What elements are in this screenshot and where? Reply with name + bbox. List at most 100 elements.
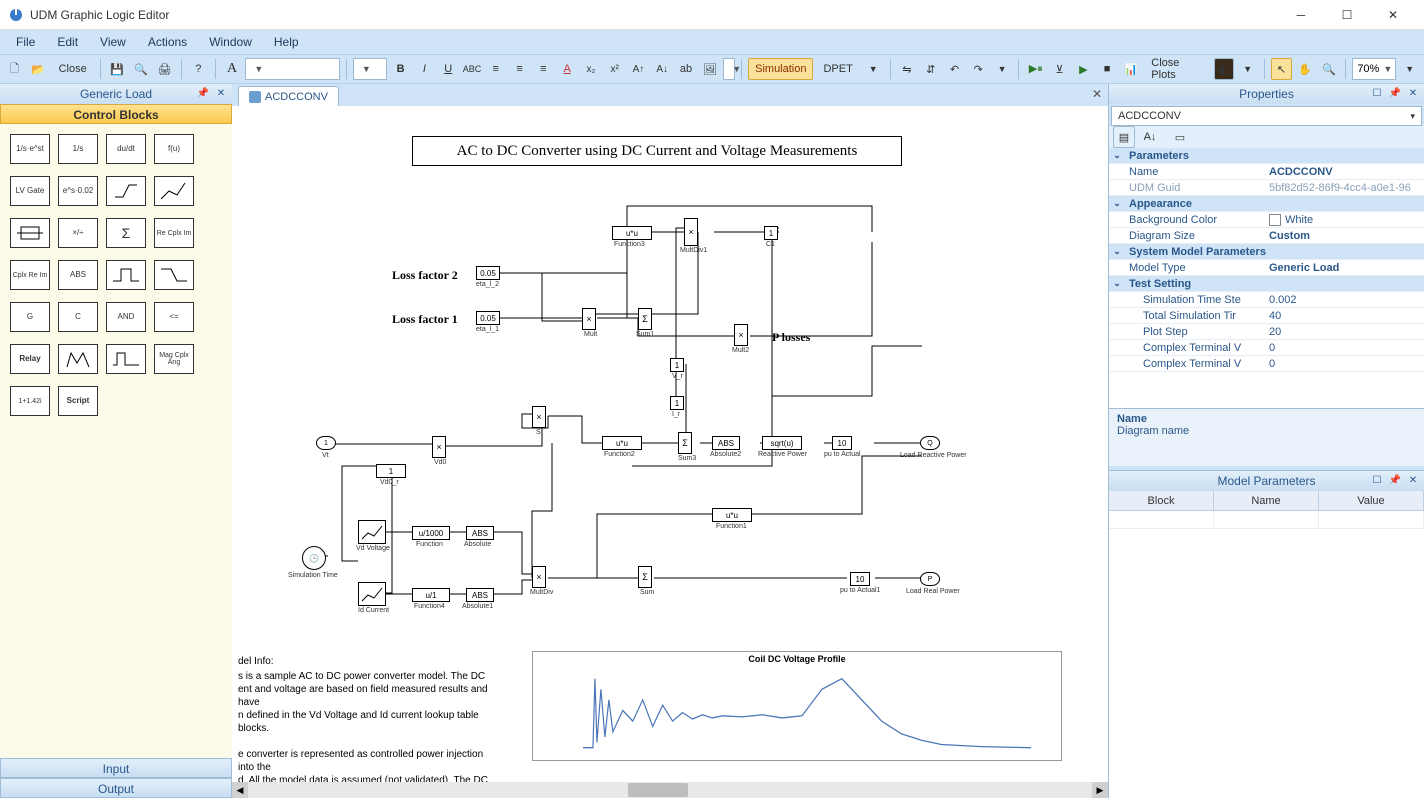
const-block[interactable]: 1 bbox=[764, 226, 778, 240]
help-icon[interactable]: ? bbox=[188, 58, 209, 80]
const-block[interactable]: 1 bbox=[670, 396, 684, 410]
const-block[interactable]: 1 bbox=[670, 358, 684, 372]
rotate-right-icon[interactable]: ↷ bbox=[968, 58, 989, 80]
palette-block[interactable]: AND bbox=[106, 302, 146, 332]
palette-block[interactable]: f(u) bbox=[154, 134, 194, 164]
palette-block[interactable]: <= bbox=[154, 302, 194, 332]
rotate-dropdown-icon[interactable]: ▼ bbox=[992, 58, 1013, 80]
palette-block[interactable]: 1+1.42i bbox=[10, 386, 50, 416]
increase-font-icon[interactable]: A↑ bbox=[628, 58, 649, 80]
palette-block[interactable]: Script bbox=[58, 386, 98, 416]
lookup-block[interactable] bbox=[358, 582, 386, 606]
minimize-button[interactable]: ─ bbox=[1278, 0, 1324, 30]
zoom-tool-icon[interactable]: 🔍 bbox=[1319, 58, 1340, 80]
menu-view[interactable]: View bbox=[90, 33, 136, 51]
vt-input-port[interactable]: 1 bbox=[316, 436, 336, 450]
diagram-canvas[interactable]: AC to DC Converter using DC Current and … bbox=[232, 106, 1108, 782]
sum-block[interactable]: Σ bbox=[638, 308, 652, 330]
close-document-icon[interactable]: ✕ bbox=[1092, 87, 1102, 101]
properties-grid[interactable]: ⌄Parameters NameACDCCONV UDM Guid5bf82d5… bbox=[1109, 148, 1424, 408]
palette-block[interactable]: Cplx Re Im bbox=[10, 260, 50, 290]
const-block[interactable]: 1 bbox=[376, 464, 406, 478]
palette-block[interactable]: Relay bbox=[10, 344, 50, 374]
close-plots-icon[interactable]: ◧ bbox=[1214, 58, 1235, 80]
flip-h-icon[interactable]: ⇋ bbox=[897, 58, 918, 80]
palette-block[interactable]: Σ bbox=[106, 218, 146, 248]
align-center-icon[interactable]: ≡ bbox=[509, 58, 530, 80]
menu-window[interactable]: Window bbox=[199, 33, 262, 51]
subscript-icon[interactable]: x₂ bbox=[581, 58, 602, 80]
output-tab[interactable]: Output bbox=[0, 778, 232, 798]
underline-icon[interactable]: U bbox=[438, 58, 459, 80]
model-params-grid[interactable] bbox=[1109, 511, 1424, 798]
gain-block[interactable]: 10 bbox=[850, 572, 870, 586]
document-tab[interactable]: ACDCCONV bbox=[238, 86, 339, 106]
scrollbar-thumb[interactable] bbox=[628, 783, 688, 797]
font-size-combo[interactable]: ▼ bbox=[353, 58, 387, 80]
abs-block[interactable]: ABS bbox=[712, 436, 740, 450]
save-icon[interactable]: 💾 bbox=[107, 58, 128, 80]
close-window-button[interactable]: ✕ bbox=[1370, 0, 1416, 30]
function-block[interactable]: u*u bbox=[712, 508, 752, 522]
preview-icon[interactable]: 🔍 bbox=[130, 58, 151, 80]
pointer-icon[interactable]: ↖ bbox=[1271, 58, 1292, 80]
font-color-icon[interactable]: A bbox=[557, 58, 578, 80]
palette-block[interactable]: ABS bbox=[58, 260, 98, 290]
horizontal-scrollbar[interactable]: ◀ ▶ bbox=[232, 782, 1108, 798]
palette-block[interactable] bbox=[58, 344, 98, 374]
gain-block[interactable]: 10 bbox=[832, 436, 852, 450]
palette-block[interactable]: LV Gate bbox=[10, 176, 50, 206]
palette-block[interactable] bbox=[106, 176, 146, 206]
close-button[interactable]: Close bbox=[52, 58, 94, 80]
pan-icon[interactable]: ✋ bbox=[1295, 58, 1316, 80]
print-icon[interactable]: 🖨 bbox=[154, 58, 175, 80]
maximize-button[interactable]: ☐ bbox=[1324, 0, 1370, 30]
window-icon[interactable]: ☐ bbox=[1370, 473, 1384, 487]
const-block[interactable]: 0.05 bbox=[476, 311, 500, 325]
strike-icon[interactable]: ABC bbox=[462, 58, 483, 80]
chart-icon[interactable]: 📊 bbox=[1121, 58, 1142, 80]
p-output-port[interactable]: P bbox=[920, 572, 940, 586]
align-right-icon[interactable]: ≡ bbox=[533, 58, 554, 80]
bold-icon[interactable]: B bbox=[390, 58, 411, 80]
scroll-left-icon[interactable]: ◀ bbox=[232, 782, 248, 798]
palette-block[interactable] bbox=[10, 218, 50, 248]
zoom-level-combo[interactable]: 70%▼ bbox=[1352, 58, 1396, 80]
close-panel-icon[interactable]: ✕ bbox=[1406, 473, 1420, 487]
scroll-right-icon[interactable]: ▶ bbox=[1092, 782, 1108, 798]
image-combo[interactable]: ▼ bbox=[723, 58, 735, 80]
sqrt-block[interactable]: sqrt(u) bbox=[762, 436, 802, 450]
function-block[interactable]: u/1000 bbox=[412, 526, 450, 540]
palette-block[interactable]: 1/s bbox=[58, 134, 98, 164]
font-icon[interactable]: A bbox=[222, 58, 243, 80]
stop-icon[interactable]: ■ bbox=[1097, 58, 1118, 80]
decrease-font-icon[interactable]: A↓ bbox=[652, 58, 673, 80]
palette-block[interactable]: G bbox=[10, 302, 50, 332]
mult-block[interactable]: × bbox=[582, 308, 596, 330]
dpet-dropdown-icon[interactable]: ▼ bbox=[863, 58, 884, 80]
pin-icon[interactable]: 📌 bbox=[1388, 473, 1402, 487]
abs-block[interactable]: ABS bbox=[466, 526, 494, 540]
multdiv-block[interactable]: × bbox=[432, 436, 446, 458]
function-block[interactable]: u/1 bbox=[412, 588, 450, 602]
sum-block[interactable]: Σ bbox=[638, 566, 652, 588]
image-icon[interactable]: 🖼 bbox=[699, 58, 720, 80]
palette-block[interactable]: Re Cplx Im bbox=[154, 218, 194, 248]
run-icon[interactable]: ▶⏸ bbox=[1025, 58, 1046, 80]
multdiv-block[interactable]: × bbox=[684, 218, 698, 246]
align-left-icon[interactable]: ≡ bbox=[485, 58, 506, 80]
palette-block[interactable]: e^s·0.02 bbox=[58, 176, 98, 206]
font-family-combo[interactable]: ▼ bbox=[245, 58, 340, 80]
clock-block[interactable]: 🕒 bbox=[302, 546, 326, 570]
menu-edit[interactable]: Edit bbox=[47, 33, 88, 51]
menu-actions[interactable]: Actions bbox=[138, 33, 197, 51]
palette-block[interactable]: ×/÷ bbox=[58, 218, 98, 248]
palette-block[interactable] bbox=[154, 176, 194, 206]
rotate-left-icon[interactable]: ↶ bbox=[944, 58, 965, 80]
properties-object-combo[interactable]: ACDCCONV▾ bbox=[1111, 106, 1422, 126]
mult-block[interactable]: × bbox=[734, 324, 748, 346]
multdiv-block[interactable]: × bbox=[532, 406, 546, 428]
alphabetical-icon[interactable]: A↓ bbox=[1139, 126, 1161, 148]
close-panel-icon[interactable]: ✕ bbox=[214, 86, 228, 100]
sum-block[interactable]: Σ bbox=[678, 432, 692, 454]
